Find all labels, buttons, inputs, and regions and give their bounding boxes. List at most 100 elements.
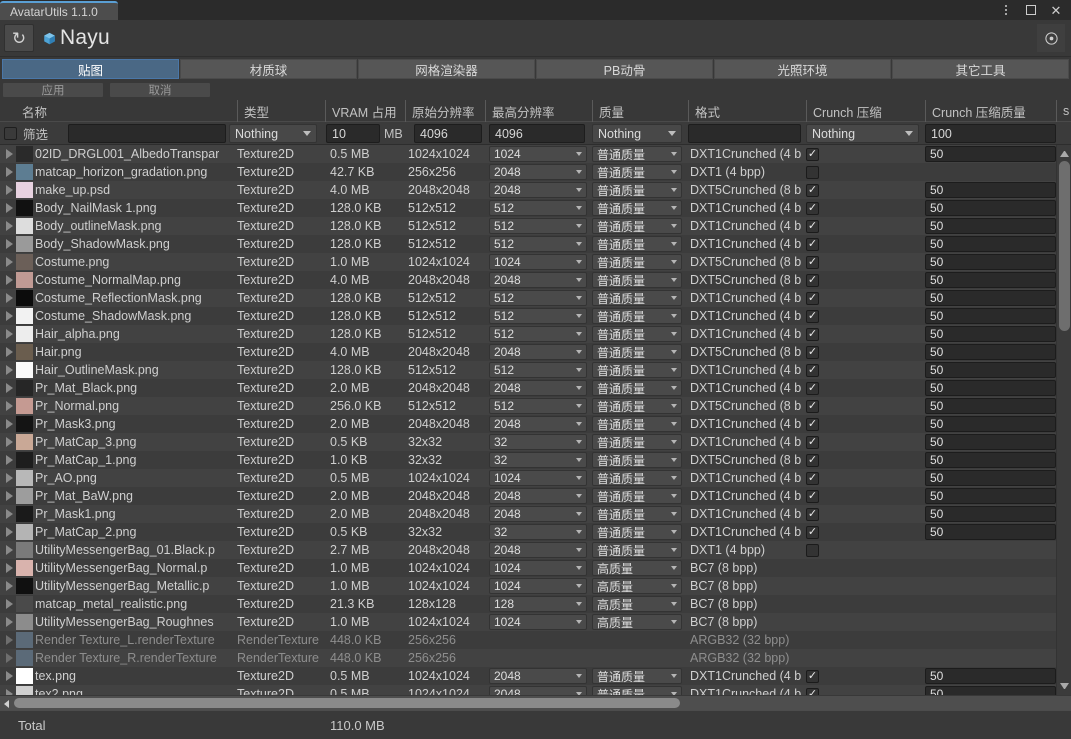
expand-arrow-icon[interactable] (6, 221, 13, 231)
cell-quality[interactable]: 高质量 (592, 560, 682, 576)
cell-name[interactable]: Pr_Mat_BaW.png (0, 487, 237, 505)
cell-quality[interactable]: 普通质量 (592, 668, 682, 684)
max-res-select[interactable]: 2048 (489, 272, 587, 288)
column-header-source-res[interactable]: 原始分辨率 (405, 100, 485, 122)
quality-select[interactable]: 普通质量 (592, 164, 682, 180)
cell-max-res[interactable]: 2048 (489, 272, 587, 288)
crunch-quality-input[interactable]: 50 (925, 254, 1056, 270)
expand-arrow-icon[interactable] (6, 329, 13, 339)
expand-arrow-icon[interactable] (6, 509, 13, 519)
max-res-select[interactable]: 32 (489, 452, 587, 468)
cell-quality[interactable]: 高质量 (592, 578, 682, 594)
cell-crunch-quality[interactable]: 50 (925, 326, 1056, 342)
cell-max-res[interactable]: 2048 (489, 668, 587, 684)
cell-crunch-quality[interactable]: 50 (925, 434, 1056, 450)
table-row[interactable]: Costume_NormalMap.png Texture2D 4.0 MB 2048… (0, 271, 1056, 289)
cell-crunch-quality[interactable]: 50 (925, 668, 1056, 684)
cell-name[interactable]: Hair_OutlineMask.png (0, 361, 237, 379)
max-res-select[interactable]: 128 (489, 596, 587, 612)
cell-name[interactable]: tex.png (0, 667, 237, 685)
cell-name[interactable]: UtilityMessengerBag_Roughnes (0, 613, 237, 631)
cell-crunch-quality[interactable]: 50 (925, 146, 1056, 162)
crunch-checkbox[interactable]: ✓ (806, 687, 819, 695)
cell-crunch[interactable]: ✓ (806, 253, 923, 271)
crunch-checkbox[interactable]: ✓ (806, 255, 819, 269)
cell-name[interactable]: Pr_MatCap_2.png (0, 523, 237, 541)
quality-select[interactable]: 普通质量 (592, 488, 682, 504)
table-row[interactable]: Pr_Normal.png Texture2D 256.0 KB 512x512 512… (0, 397, 1056, 415)
cell-crunch-quality[interactable]: 50 (925, 524, 1056, 540)
max-res-select[interactable]: 512 (489, 362, 587, 378)
expand-arrow-icon[interactable] (6, 563, 13, 573)
cell-quality[interactable]: 普通质量 (592, 398, 682, 414)
crunch-quality-input[interactable]: 50 (925, 146, 1056, 162)
filter-checkbox[interactable] (4, 127, 17, 140)
cell-crunch[interactable]: ✓ (806, 523, 923, 541)
quality-select[interactable]: 普通质量 (592, 434, 682, 450)
expand-arrow-icon[interactable] (6, 185, 13, 195)
cancel-button[interactable]: 取消 (109, 82, 211, 98)
cell-quality[interactable]: 普通质量 (592, 416, 682, 432)
max-res-select[interactable]: 32 (489, 434, 587, 450)
window-tab-avatarutils[interactable]: AvatarUtils 1.1.0 (0, 1, 118, 20)
expand-arrow-icon[interactable] (6, 383, 13, 393)
cell-name[interactable]: 02ID_DRGL001_AlbedoTranspar (0, 145, 237, 163)
column-header-vram[interactable]: VRAM 占用 (325, 100, 405, 122)
column-header-name[interactable]: 名称 (0, 100, 237, 122)
cell-max-res[interactable]: 1024 (489, 560, 587, 576)
cell-quality[interactable]: 普通质量 (592, 200, 682, 216)
expand-arrow-icon[interactable] (6, 203, 13, 213)
table-row[interactable]: Pr_Mask3.png Texture2D 2.0 MB 2048x2048 2048… (0, 415, 1056, 433)
crunch-checkbox[interactable]: ✓ (806, 219, 819, 233)
cell-max-res[interactable]: 2048 (489, 164, 587, 180)
table-row[interactable]: Pr_MatCap_3.png Texture2D 0.5 KB 32x32 32 普通质… (0, 433, 1056, 451)
cell-crunch[interactable]: ✓ (806, 325, 923, 343)
cell-crunch[interactable] (806, 559, 923, 577)
cell-max-res[interactable]: 512 (489, 326, 587, 342)
expand-arrow-icon[interactable] (6, 347, 13, 357)
column-header-quality[interactable]: 质量 (592, 100, 685, 122)
crunch-checkbox[interactable]: ✓ (806, 453, 819, 467)
cell-crunch-quality[interactable]: 50 (925, 218, 1056, 234)
crunch-checkbox[interactable]: ✓ (806, 165, 819, 179)
tab-6[interactable]: 其它工具 (892, 59, 1069, 79)
cell-quality[interactable]: 普通质量 (592, 686, 682, 695)
max-res-select[interactable]: 2048 (489, 164, 587, 180)
cell-name[interactable]: Pr_Mask3.png (0, 415, 237, 433)
cell-crunch[interactable]: ✓ (806, 685, 923, 695)
expand-arrow-icon[interactable] (6, 473, 13, 483)
crunch-checkbox[interactable]: ✓ (806, 237, 819, 251)
column-header-crunch[interactable]: Crunch 压缩 (806, 100, 923, 122)
cell-quality[interactable]: 普通质量 (592, 236, 682, 252)
table-row[interactable]: tex.png Texture2D 0.5 MB 1024x1024 2048 普通质量 D… (0, 667, 1056, 685)
cell-quality[interactable]: 普通质量 (592, 506, 682, 522)
crunch-quality-input[interactable]: 50 (925, 524, 1056, 540)
quality-select[interactable]: 普通质量 (592, 668, 682, 684)
quality-select[interactable]: 普通质量 (592, 326, 682, 342)
cell-max-res[interactable]: 1024 (489, 146, 587, 162)
expand-arrow-icon[interactable] (6, 401, 13, 411)
crunch-checkbox[interactable]: ✓ (806, 381, 819, 395)
cell-name[interactable]: Costume_ReflectionMask.png (0, 289, 237, 307)
kebab-menu-icon[interactable] (999, 3, 1013, 17)
cell-quality[interactable]: 普通质量 (592, 254, 682, 270)
crunch-quality-input[interactable]: 50 (925, 470, 1056, 486)
cell-quality[interactable]: 普通质量 (592, 362, 682, 378)
cell-crunch-quality[interactable]: 50 (925, 488, 1056, 504)
table-row[interactable]: Hair_OutlineMask.png Texture2D 128.0 KB 512… (0, 361, 1056, 379)
cell-crunch-quality[interactable]: 50 (925, 272, 1056, 288)
crunch-quality-input[interactable]: 50 (925, 362, 1056, 378)
crunch-quality-input[interactable]: 50 (925, 506, 1056, 522)
cell-max-res[interactable] (489, 632, 587, 648)
expand-arrow-icon[interactable] (6, 581, 13, 591)
table-row[interactable]: Render Texture_R.renderTexture RenderText… (0, 649, 1056, 667)
grid-body[interactable]: tex2.png Texture2D 0.5 MB 1024x1024 2048 普通质量… (0, 145, 1071, 695)
filter-vram-input[interactable]: 10 (326, 124, 380, 143)
cell-name[interactable]: make_up.psd (0, 181, 237, 199)
quality-select[interactable]: 普通质量 (592, 470, 682, 486)
cell-crunch-quality[interactable] (925, 632, 1056, 648)
expand-arrow-icon[interactable] (6, 437, 13, 447)
crunch-quality-input[interactable]: 50 (925, 452, 1056, 468)
cell-quality[interactable]: 高质量 (592, 614, 682, 630)
cell-crunch-quality[interactable] (925, 614, 1056, 630)
